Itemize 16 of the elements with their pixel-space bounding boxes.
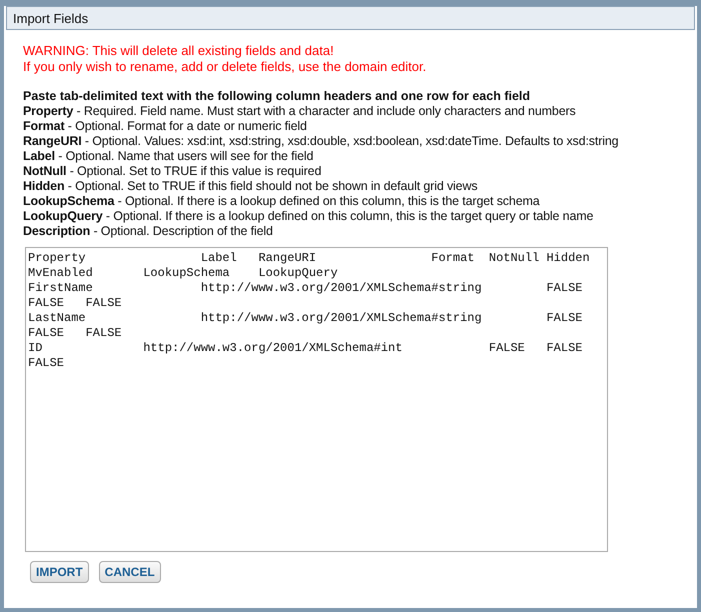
paste-text-area[interactable]: Property Label RangeURI Format NotNull Hidden MvEnabled LookupSchema LookupQuery FirstName http://www.w3.org/2001/XMLSchema#string FALSE FALSE FALSE LastName http://www.w3.org/2001/XMLSchema#string FALSE FALSE FALSE ID http://www.w3.org/2001/XMLSchema#int FALSE FALSE FALSE (25, 247, 608, 552)
field-description: Format - Optional. Format for a date or numeric field (23, 119, 308, 134)
warning-text: If you only wish to rename, add or delete fields, use the domain editor. (23, 59, 428, 75)
field-description: LookupSchema - Optional. If there is a lookup defined on this column, this is the target schema (23, 194, 541, 209)
field-description: NotNull - Optional. Set to TRUE if this value is required (23, 164, 322, 179)
field-description: RangeURI - Optional. Values: xsd:int, xsd:string, xsd:double, xsd:boolean, xsd:dateTime. Defaults to xsd:string (23, 134, 620, 149)
cancel-button[interactable]: CANCEL (98, 561, 161, 583)
warning-text: WARNING: This will delete all existing fields and data! (23, 43, 335, 59)
import-button[interactable]: IMPORT (30, 561, 89, 583)
field-description: Description - Optional. Description of the field (23, 224, 274, 239)
field-description: LookupQuery - Optional. If there is a lookup defined on this column, this is the target query or table name (23, 209, 594, 224)
field-description: Hidden - Optional. Set to TRUE if this field should not be shown in default grid views (23, 179, 478, 194)
field-description: Label - Optional. Name that users will see for the field (23, 149, 314, 164)
dialog-title: Import Fields (13, 10, 88, 26)
field-description: Property - Required. Field name. Must start with a character and include only characters and numbers (23, 104, 577, 119)
instructions-heading: Paste tab-delimited text with the following column headers and one row for each field (23, 89, 532, 104)
